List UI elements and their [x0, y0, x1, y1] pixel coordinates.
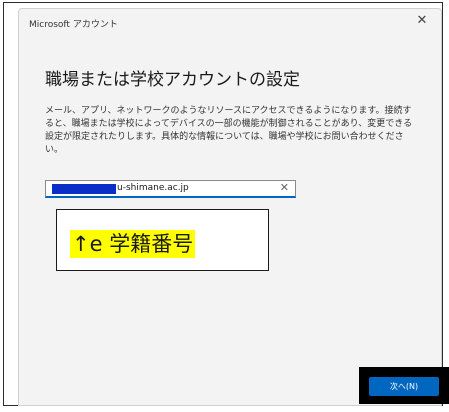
close-icon[interactable]: ✕	[415, 14, 429, 28]
next-button[interactable]: 次へ(N)	[369, 377, 439, 396]
window-title: Microsoft アカウント	[29, 20, 118, 30]
next-button-highlight: 次へ(N)	[359, 367, 449, 404]
annotation-box: ↑e 学籍番号	[56, 209, 269, 271]
clear-icon[interactable]: ✕	[280, 182, 289, 194]
title-bar: Microsoft アカウント ✕	[19, 9, 441, 37]
email-value: u-shimane.ac.jp	[117, 183, 189, 193]
account-dialog: Microsoft アカウント ✕ 職場または学校アカウントの設定 メール、アプ…	[18, 8, 449, 406]
page-title: 職場または学校アカウントの設定	[45, 70, 300, 90]
redacted-text	[52, 184, 116, 194]
email-field[interactable]: u-shimane.ac.jp ✕	[45, 180, 296, 198]
description-text: メール、アプリ、ネットワークのようなリソースにアクセスできるようになります。接続…	[45, 106, 413, 155]
annotation-label: ↑e 学籍番号	[70, 230, 196, 258]
